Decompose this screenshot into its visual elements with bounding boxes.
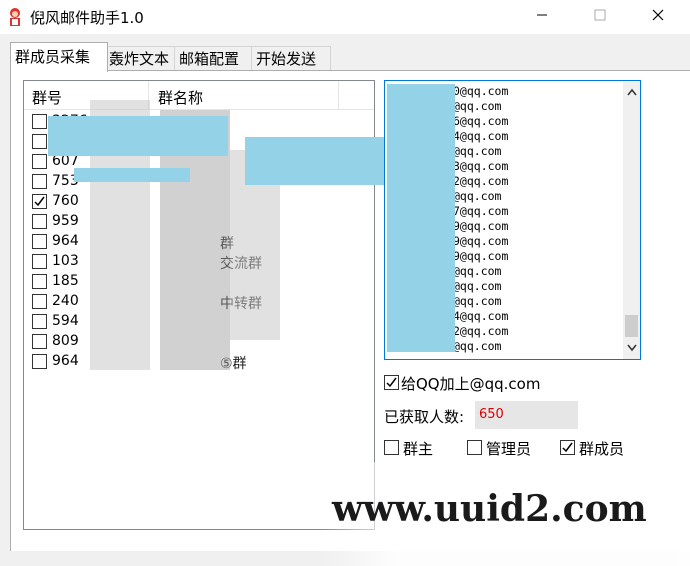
tab-start-send[interactable]: 开始发送 [251, 46, 331, 71]
group-number: 103 [52, 253, 79, 269]
email-entry: 4@qq.com [453, 129, 509, 143]
close-icon [652, 9, 664, 25]
tab-mailbox-config[interactable]: 邮箱配置 [174, 46, 254, 71]
role-member-checkbox[interactable] [560, 440, 575, 455]
chevron-up-icon [626, 84, 637, 100]
email-entry: 9@qq.com [453, 234, 509, 248]
row-checkbox[interactable] [32, 234, 47, 249]
column-divider[interactable] [338, 81, 339, 109]
group-number: 964 [52, 233, 79, 249]
minimize-icon [536, 9, 548, 25]
checkmark-icon [34, 196, 45, 207]
group-number: 964 [52, 353, 79, 369]
email-entry: @qq.com [453, 264, 502, 278]
email-entry: @qq.com [453, 279, 502, 293]
email-entry: 0@qq.com [453, 84, 509, 98]
email-entry: @qq.com [453, 189, 502, 203]
scroll-down-button[interactable] [623, 339, 640, 356]
role-member-label: 群成员 [579, 440, 625, 458]
group-number: 240 [52, 293, 79, 309]
row-checkbox[interactable] [32, 194, 47, 209]
email-entry: 6@qq.com [453, 114, 509, 128]
row-checkbox[interactable] [32, 354, 47, 369]
list-header: 群号 群名称 [24, 81, 374, 110]
email-entry: @qq.com [453, 339, 502, 353]
row-checkbox[interactable] [32, 114, 47, 129]
row-checkbox[interactable] [32, 254, 47, 269]
email-entry: @qq.com [453, 294, 502, 308]
maximize-button[interactable] [577, 0, 623, 34]
app-icon [10, 8, 20, 26]
scroll-up-button[interactable] [623, 83, 640, 100]
row-checkbox[interactable] [32, 174, 47, 189]
email-entry: 7@qq.com [453, 204, 509, 218]
email-entry: 3@qq.com [453, 159, 509, 173]
row-checkbox[interactable] [32, 334, 47, 349]
redaction-box [48, 116, 228, 156]
email-list-textbox[interactable]: 0@qq.com @qq.com 6@qq.com 4@qq.com @qq.com 3@… [384, 80, 641, 360]
fetched-count-field[interactable]: 650 [475, 401, 578, 429]
email-entry: 2@qq.com [453, 174, 509, 188]
redaction-box [245, 137, 395, 185]
row-checkbox[interactable] [32, 154, 47, 169]
checkmark-icon [386, 377, 397, 388]
redaction-box [74, 168, 190, 182]
row-checkbox[interactable] [32, 134, 47, 149]
close-button[interactable] [635, 0, 681, 34]
group-number: 760 [52, 193, 79, 209]
column-group-number[interactable]: 群号 [32, 87, 62, 108]
minimize-button[interactable] [519, 0, 565, 34]
email-entry: 2@qq.com [453, 324, 509, 338]
role-owner-label: 群主 [403, 440, 434, 458]
redaction-box [387, 84, 455, 352]
column-group-name[interactable]: 群名称 [158, 87, 203, 108]
group-number: 594 [52, 313, 79, 329]
email-entry: @qq.com [453, 144, 502, 158]
watermark-text: www.uuid2.com [332, 488, 647, 530]
scroll-thumb[interactable] [625, 315, 638, 337]
role-admin-label: 管理员 [486, 440, 532, 458]
tab-bomb-text[interactable]: 轰炸文本 [104, 46, 176, 71]
add-qq-suffix-label: 给QQ加上@qq.com [401, 373, 540, 394]
chevron-down-icon [626, 340, 637, 356]
role-owner-checkbox[interactable] [384, 440, 399, 455]
tab-member-collect[interactable]: 群成员采集 [10, 42, 108, 72]
row-checkbox[interactable] [32, 274, 47, 289]
group-number: 185 [52, 273, 79, 289]
group-number: 809 [52, 333, 79, 349]
row-checkbox[interactable] [32, 294, 47, 309]
email-entry: 4@qq.com [453, 309, 509, 323]
add-qq-suffix-checkbox[interactable] [384, 375, 399, 390]
email-scrollbar[interactable] [623, 81, 640, 359]
email-entry: @qq.com [453, 99, 502, 113]
email-entry: 9@qq.com [453, 249, 509, 263]
title-bar: 倪风邮件助手1.0 [0, 0, 690, 34]
row-checkbox[interactable] [32, 314, 47, 329]
checkmark-icon [562, 442, 573, 453]
window-title: 倪风邮件助手1.0 [30, 9, 144, 27]
row-checkbox[interactable] [32, 214, 47, 229]
group-number: 959 [52, 213, 79, 229]
fetched-count-value: 650 [479, 407, 504, 422]
email-entry: 9@qq.com [453, 219, 509, 233]
role-admin-checkbox[interactable] [467, 440, 482, 455]
fetched-count-label: 已获取人数: [384, 408, 465, 426]
maximize-icon [594, 9, 606, 25]
add-qq-suffix-text: 给QQ加上@qq.com [401, 375, 541, 393]
